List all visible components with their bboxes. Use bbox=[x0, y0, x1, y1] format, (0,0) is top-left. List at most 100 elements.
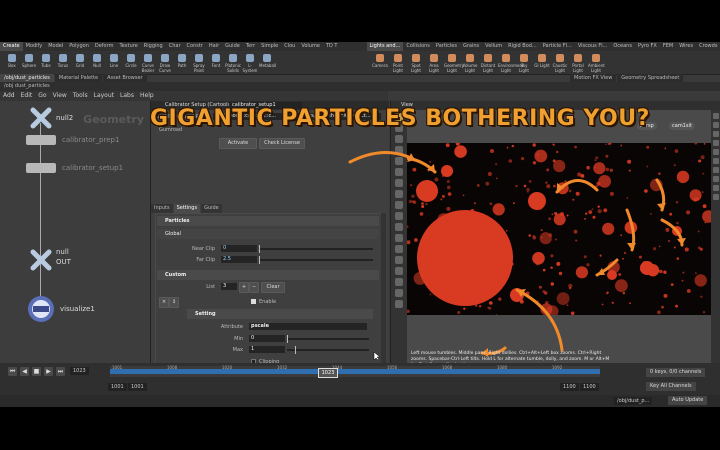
menu-item[interactable]: Labs bbox=[117, 91, 137, 101]
shadow-icon[interactable] bbox=[713, 149, 719, 155]
normals-icon[interactable] bbox=[713, 167, 719, 173]
shelf-tab[interactable]: Particles bbox=[433, 42, 460, 51]
shelf-tab[interactable]: Modify bbox=[23, 42, 46, 51]
lighting-icon[interactable] bbox=[713, 140, 719, 146]
shelf-tool[interactable]: L-System bbox=[242, 53, 258, 73]
slider-knob[interactable] bbox=[287, 335, 288, 343]
camera-tool-icon[interactable] bbox=[395, 245, 403, 253]
shelf-light-tool[interactable]: Camera bbox=[372, 53, 388, 73]
null-node-null2[interactable] bbox=[30, 107, 52, 133]
shelf-light-tool[interactable]: Portal Light bbox=[570, 53, 586, 73]
list-count-field[interactable]: 3 bbox=[221, 283, 237, 290]
shelf-tab[interactable]: Hair bbox=[206, 42, 222, 51]
near-clip-field[interactable]: 0 bbox=[221, 245, 257, 252]
shelf-tab[interactable]: Vellum bbox=[482, 42, 505, 51]
sop-tool-icon[interactable] bbox=[395, 267, 403, 275]
frame-marker[interactable]: 1023 bbox=[318, 368, 338, 378]
shelf-tab[interactable]: Lights and... bbox=[366, 42, 404, 51]
brush-tool-icon[interactable] bbox=[395, 179, 403, 187]
shelf-tab[interactable]: Oceans bbox=[610, 42, 635, 51]
shelf-tab[interactable]: Wires bbox=[676, 42, 696, 51]
pane-tab[interactable]: Asset Browser bbox=[103, 74, 147, 82]
wireframe-icon[interactable] bbox=[713, 122, 719, 128]
magnet-tool-icon[interactable] bbox=[395, 223, 403, 231]
auto-update-button[interactable]: Auto Update bbox=[668, 396, 708, 405]
menu-item[interactable]: Add bbox=[0, 91, 18, 101]
shelf-tool[interactable]: Platonic Solids bbox=[225, 53, 241, 73]
template-icon[interactable] bbox=[713, 194, 719, 200]
remove-item-button[interactable]: − bbox=[249, 282, 259, 293]
shelf-tab[interactable]: Deform bbox=[92, 42, 117, 51]
shelf-tool[interactable]: Torus bbox=[55, 53, 71, 73]
shelf-tab[interactable]: Volume bbox=[298, 42, 323, 51]
dop-tool-icon[interactable] bbox=[395, 278, 403, 286]
near-clip-slider[interactable] bbox=[259, 245, 373, 253]
guides-icon[interactable] bbox=[713, 176, 719, 182]
shelf-tool[interactable]: Box bbox=[4, 53, 20, 73]
grid-tool-icon[interactable] bbox=[395, 212, 403, 220]
bounds-icon[interactable] bbox=[713, 185, 719, 191]
min-field[interactable]: 0 bbox=[249, 335, 285, 342]
shelf-tab[interactable]: Grains bbox=[460, 42, 482, 51]
shelf-tab[interactable]: Terr bbox=[243, 42, 258, 51]
shelf-light-tool[interactable]: Area Light bbox=[426, 53, 442, 73]
viewport[interactable]: Persp cam1sit Left mouse tumbles. Middle… bbox=[407, 110, 711, 395]
node-calibrator-prep[interactable] bbox=[26, 135, 56, 145]
tab-settings[interactable]: Settings bbox=[173, 204, 201, 213]
end-frame-field-2[interactable]: 1100 bbox=[580, 383, 599, 391]
pane-tab[interactable]: /obj/dust_particles bbox=[0, 74, 54, 82]
shelf-light-tool[interactable]: GI Light bbox=[534, 53, 550, 73]
shelf-light-tool[interactable]: Point Light bbox=[390, 53, 406, 73]
folder-setting[interactable]: Setting bbox=[187, 309, 373, 319]
shelf-tab[interactable]: Viscous Fl... bbox=[575, 42, 611, 51]
attribute-field[interactable]: pscale bbox=[249, 323, 367, 330]
shelf-tool[interactable]: Spray Paint bbox=[191, 53, 207, 73]
network-path[interactable]: /obj dust_particles bbox=[0, 82, 150, 91]
shelf-light-tool[interactable]: Sky Light bbox=[516, 53, 532, 73]
timeline[interactable]: 100110081020103210441056106810801092 102… bbox=[110, 365, 600, 378]
shelf-light-tool[interactable]: Distant Light bbox=[480, 53, 496, 73]
tab-inputs[interactable]: Inputs bbox=[151, 204, 173, 213]
folder-particles[interactable]: Particles bbox=[157, 216, 379, 226]
pane-tab[interactable]: Motion FX View bbox=[570, 74, 617, 82]
step-back-button[interactable]: ◀ bbox=[20, 367, 29, 376]
menu-item[interactable]: Help bbox=[137, 91, 157, 101]
max-field[interactable]: 1 bbox=[249, 346, 285, 353]
light-tool-icon[interactable] bbox=[395, 234, 403, 242]
shelf-tab[interactable]: Constr bbox=[184, 42, 206, 51]
shelf-light-tool[interactable]: Geometry Light bbox=[444, 53, 464, 73]
shelf-tab[interactable]: TD T bbox=[323, 42, 341, 51]
check-license-button[interactable]: Check License bbox=[259, 138, 305, 149]
shelf-tab[interactable]: Rigging bbox=[141, 42, 166, 51]
shelf-tool[interactable]: Font bbox=[208, 53, 224, 73]
network-editor[interactable]: Geometry null2 calibrator_prep1 calibrat… bbox=[0, 101, 150, 395]
pane-tab[interactable]: Geometry Spreadsheet bbox=[617, 74, 684, 82]
shelf-tab[interactable]: Particle Fl... bbox=[540, 42, 575, 51]
shelf-tab[interactable]: Model bbox=[45, 42, 66, 51]
far-clip-field[interactable]: 2.5 bbox=[221, 256, 257, 263]
slider-knob[interactable] bbox=[259, 245, 260, 253]
slider-knob[interactable] bbox=[259, 256, 260, 264]
far-clip-slider[interactable] bbox=[259, 256, 373, 264]
view-tool-icon[interactable] bbox=[395, 190, 403, 198]
snap-tool-icon[interactable] bbox=[395, 201, 403, 209]
wire-tool-icon[interactable] bbox=[395, 289, 403, 297]
multiparm-arrows-icon[interactable]: ↕ bbox=[169, 297, 179, 308]
shelf-tool[interactable]: Draw Curve bbox=[157, 53, 173, 73]
menu-item[interactable]: Go bbox=[35, 91, 49, 101]
shelf-tab[interactable]: Guide bbox=[222, 42, 243, 51]
activate-button[interactable]: Activate bbox=[219, 138, 257, 149]
shelf-light-tool[interactable]: Spot Light bbox=[408, 53, 424, 73]
jump-end-button[interactable]: ⏭ bbox=[56, 367, 65, 376]
shelf-tool[interactable]: Null bbox=[89, 53, 105, 73]
shelf-tab[interactable]: Rigid Bod... bbox=[505, 42, 540, 51]
jump-start-button[interactable]: ⏮ bbox=[8, 367, 17, 376]
shelf-tab[interactable]: Create bbox=[0, 42, 23, 51]
shelf-light-tool[interactable]: Caustic Light bbox=[552, 53, 568, 73]
shelf-light-tool[interactable]: Ambient Light bbox=[588, 53, 605, 73]
shelf-tool[interactable]: Line bbox=[106, 53, 122, 73]
shelf-tab[interactable]: FEM bbox=[660, 42, 676, 51]
shelf-tab[interactable]: Texture bbox=[116, 42, 140, 51]
menu-item[interactable]: View bbox=[50, 91, 70, 101]
stop-button[interactable]: ■ bbox=[32, 367, 41, 376]
